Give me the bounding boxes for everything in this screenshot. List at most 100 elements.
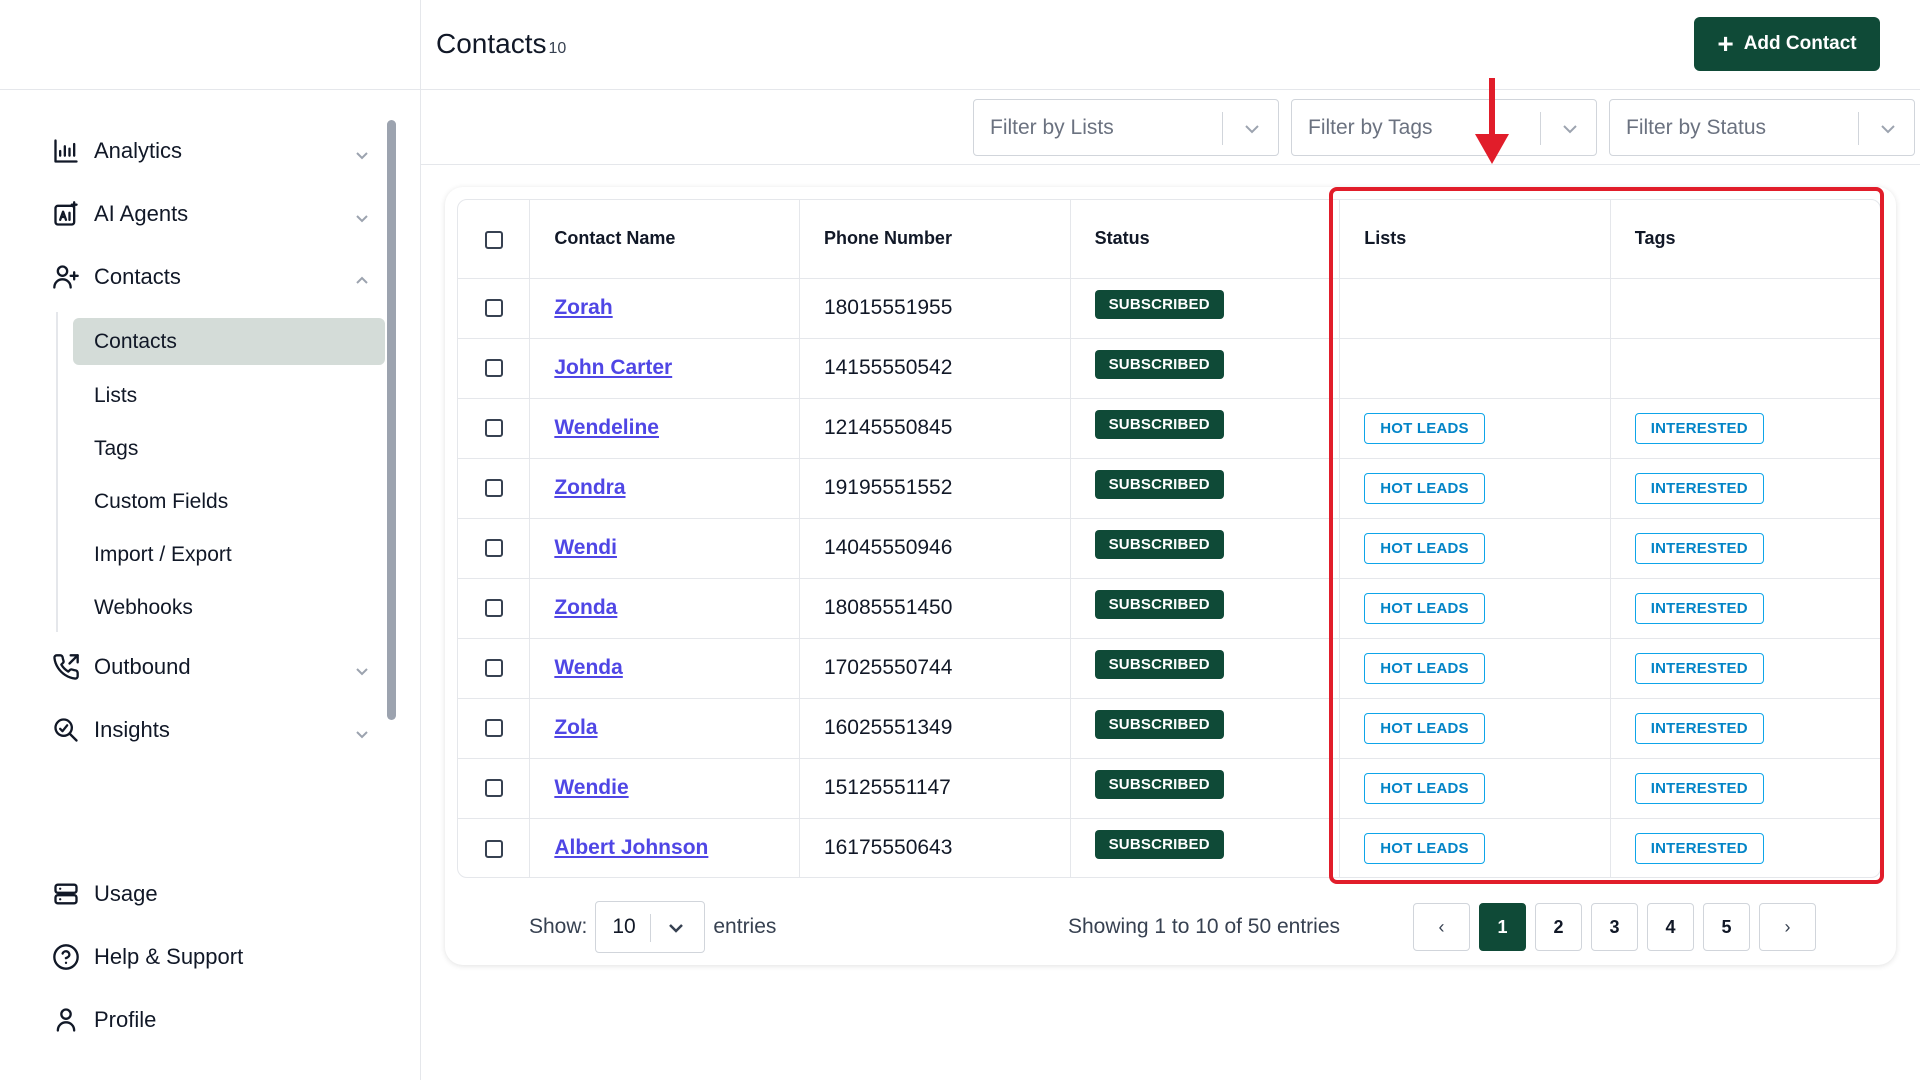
chart-icon — [52, 137, 80, 165]
filter-by-lists[interactable]: Filter by Lists — [973, 99, 1279, 156]
row-checkbox[interactable] — [484, 479, 503, 498]
contact-name-link[interactable]: Zonda — [554, 596, 617, 619]
chevron-down-icon[interactable] — [1878, 119, 1898, 139]
contact-name-link[interactable]: Wenda — [554, 656, 622, 679]
next-page-button[interactable]: › — [1759, 903, 1816, 951]
list-badge[interactable]: HOT LEADS — [1364, 772, 1485, 804]
nav-help-support[interactable]: Help & Support — [52, 937, 370, 977]
tag-badge[interactable]: INTERESTED — [1634, 832, 1764, 864]
chevron-down-icon[interactable] — [666, 918, 686, 938]
table-row[interactable]: Zola 16025551349 SUBSCRIBED HOT LEADS INTERE… — [458, 698, 1880, 759]
table-row[interactable]: John Carter 14155550542 SUBSCRIBED — [458, 338, 1880, 399]
page-button-3[interactable]: 3 — [1591, 903, 1638, 951]
column-header-lists[interactable]: Lists — [1339, 200, 1611, 279]
nav-analytics[interactable]: Analytics — [52, 131, 370, 171]
contacts-table-wrapper: Contact Name Phone Number Status Lists T… — [457, 199, 1881, 878]
row-checkbox[interactable] — [484, 719, 503, 738]
sidebar-logo-area — [0, 0, 420, 90]
select-all-checkbox[interactable] — [484, 230, 503, 249]
contact-name-link[interactable]: Wendeline — [554, 416, 659, 439]
page-button-2[interactable]: 2 — [1535, 903, 1582, 951]
tag-badge[interactable]: INTERESTED — [1634, 412, 1764, 444]
nav-usage[interactable]: Usage — [52, 874, 370, 914]
row-checkbox[interactable] — [484, 299, 503, 318]
page-button-4[interactable]: 4 — [1647, 903, 1694, 951]
table-row[interactable]: Zonda 18085551450 SUBSCRIBED HOT LEADS INTER… — [458, 578, 1880, 639]
column-header-contact-name[interactable]: Contact Name — [529, 200, 800, 279]
chevron-down-icon[interactable] — [1560, 119, 1580, 139]
list-badge[interactable]: HOT LEADS — [1364, 532, 1485, 564]
chevron-down-icon[interactable] — [354, 722, 370, 739]
table-row[interactable]: Wendeline 12145550845 SUBSCRIBED HOT LEADS I… — [458, 398, 1880, 459]
row-checkbox[interactable] — [484, 599, 503, 618]
row-checkbox[interactable] — [484, 779, 503, 798]
row-checkbox[interactable] — [484, 659, 503, 678]
chevron-down-icon[interactable] — [354, 206, 370, 223]
list-badge[interactable]: HOT LEADS — [1364, 832, 1485, 864]
nav-profile[interactable]: Profile — [52, 1000, 370, 1040]
column-header-status[interactable]: Status — [1070, 200, 1341, 279]
nav-ai-agents[interactable]: AI Agents — [52, 194, 370, 234]
entries-label: entries — [713, 915, 777, 938]
row-checkbox[interactable] — [484, 839, 503, 858]
lists-cell — [1339, 338, 1611, 399]
list-badge[interactable]: HOT LEADS — [1364, 712, 1485, 744]
sidebar-item-lists[interactable]: Lists — [73, 372, 385, 419]
page-button-1[interactable]: 1 — [1479, 903, 1526, 951]
table-row[interactable]: Wendi 14045550946 SUBSCRIBED HOT LEADS INTER… — [458, 518, 1880, 579]
contact-name-link[interactable]: Wendie — [554, 776, 628, 799]
contact-name-link[interactable]: John Carter — [554, 356, 672, 379]
contact-name-link[interactable]: Zondra — [554, 476, 625, 499]
filter-by-status[interactable]: Filter by Status — [1609, 99, 1915, 156]
sidebar-scrollbar[interactable] — [387, 120, 396, 720]
list-badge[interactable]: HOT LEADS — [1364, 412, 1485, 444]
column-header-phone-number[interactable]: Phone Number — [799, 200, 1071, 279]
tag-badge[interactable]: INTERESTED — [1634, 532, 1764, 564]
status-cell: SUBSCRIBED — [1070, 818, 1341, 877]
filter-by-tags[interactable]: Filter by Tags — [1291, 99, 1597, 156]
list-badge[interactable]: HOT LEADS — [1364, 592, 1485, 624]
contact-name-link[interactable]: Albert Johnson — [554, 836, 708, 859]
column-header-tags[interactable]: Tags — [1610, 200, 1880, 279]
chevron-down-icon[interactable] — [1242, 119, 1262, 139]
table-row[interactable]: Zondra 19195551552 SUBSCRIBED HOT LEADS INTE… — [458, 458, 1880, 519]
sidebar-item-webhooks[interactable]: Webhooks — [73, 584, 385, 631]
status-cell: SUBSCRIBED — [1070, 758, 1341, 819]
list-badge[interactable]: HOT LEADS — [1364, 472, 1485, 504]
contact-name-link[interactable]: Wendi — [554, 536, 617, 559]
chevron-down-icon[interactable] — [354, 659, 370, 676]
nav-outbound[interactable]: Outbound — [52, 647, 370, 687]
row-checkbox[interactable] — [484, 539, 503, 558]
row-checkbox[interactable] — [484, 419, 503, 438]
sidebar-item-tags[interactable]: Tags — [73, 425, 385, 472]
tag-badge[interactable]: INTERESTED — [1634, 772, 1764, 804]
contact-name-link[interactable]: Zola — [554, 716, 597, 739]
tag-badge[interactable]: INTERESTED — [1634, 592, 1764, 624]
sidebar-item-custom-fields[interactable]: Custom Fields — [73, 478, 385, 525]
list-badge[interactable]: HOT LEADS — [1364, 652, 1485, 684]
nav-contacts[interactable]: Contacts — [52, 257, 370, 297]
row-checkbox[interactable] — [484, 359, 503, 378]
add-contact-button[interactable]: + Add Contact — [1694, 17, 1880, 71]
row-select-cell — [458, 518, 531, 579]
chevron-down-icon[interactable] — [354, 143, 370, 160]
table-row[interactable]: Albert Johnson 16175550643 SUBSCRIBED HOT L… — [458, 818, 1880, 877]
tags-cell — [1610, 278, 1880, 339]
table-row[interactable]: Wenda 17025550744 SUBSCRIBED HOT LEADS INTER… — [458, 638, 1880, 699]
chevron-up-icon[interactable] — [354, 269, 370, 285]
table-row[interactable]: Wendie 15125551147 SUBSCRIBED HOT LEADS INTE… — [458, 758, 1880, 819]
table-row[interactable]: Zorah 18015551955 SUBSCRIBED — [458, 278, 1880, 339]
tag-badge[interactable]: INTERESTED — [1634, 472, 1764, 504]
prev-page-button[interactable]: ‹ — [1413, 903, 1470, 951]
page-size-select[interactable]: 10 — [595, 901, 706, 953]
tag-badge[interactable]: INTERESTED — [1634, 712, 1764, 744]
nav-insights[interactable]: Insights — [52, 710, 370, 750]
sidebar-item-contacts[interactable]: Contacts — [73, 318, 385, 365]
status-cell: SUBSCRIBED — [1070, 578, 1341, 639]
tag-badge[interactable]: INTERESTED — [1634, 652, 1764, 684]
row-select-cell — [458, 458, 531, 519]
sidebar-item-import-export[interactable]: Import / Export — [73, 531, 385, 578]
contact-name-link[interactable]: Zorah — [554, 296, 612, 319]
page-button-5[interactable]: 5 — [1703, 903, 1750, 951]
status-cell: SUBSCRIBED — [1070, 698, 1341, 759]
